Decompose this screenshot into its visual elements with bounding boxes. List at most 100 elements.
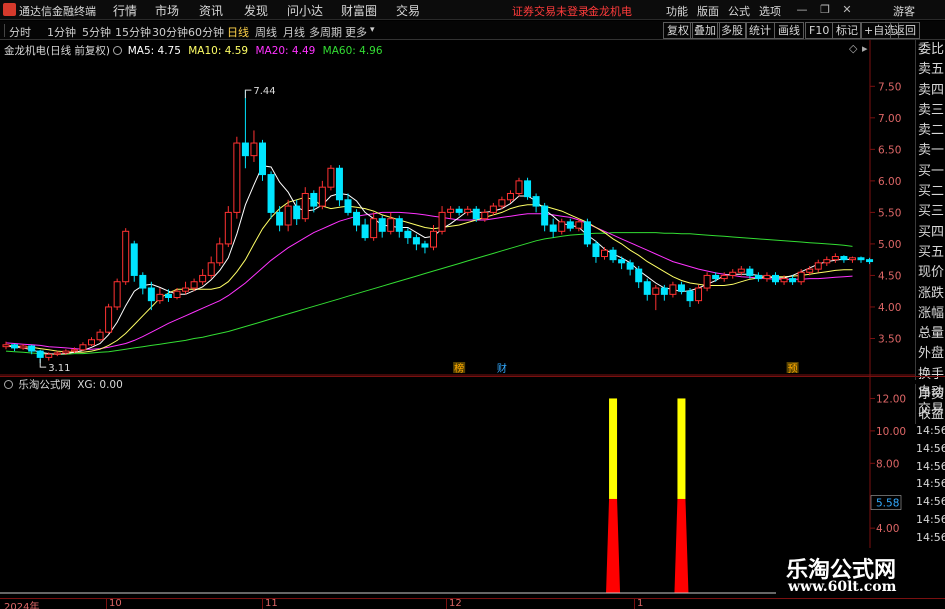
indicator-settings-icon[interactable] (4, 380, 13, 389)
candle-up (737, 268, 745, 273)
menu-jiaoyi[interactable]: 交易 (396, 2, 420, 19)
main-kline-chart[interactable]: 7.50 7.00 6.50 6.00 5.50 5.00 4.50 4.00 3.50 7.44… (0, 40, 945, 380)
candle-up (70, 349, 78, 352)
menu-caifuquan[interactable]: 财富圈 (341, 2, 377, 19)
quote-field-label: 买二 (918, 184, 945, 200)
diamond-icon[interactable]: ◇ (849, 42, 857, 55)
candle-up (318, 186, 326, 207)
candle-down (130, 243, 138, 276)
event-label[interactable]: 榜 (454, 362, 464, 375)
indicator-tick-label: 8.00 (876, 458, 899, 470)
candle-down (754, 274, 762, 280)
button-tongji[interactable]: 统计 (745, 22, 775, 39)
candle-up (233, 142, 241, 213)
indicator-title: 乐淘公式网 (18, 379, 71, 391)
candle-down (310, 192, 318, 207)
menu-zixun[interactable]: 资讯 (199, 2, 223, 19)
candle-up (447, 208, 455, 213)
period-daily[interactable]: 日线 (227, 24, 249, 40)
candle-up (703, 274, 711, 289)
candle-up (780, 278, 788, 283)
candle-down (857, 257, 865, 261)
candle-down (344, 199, 352, 213)
trade-time: 14:56 (916, 495, 945, 509)
menu-hangqing[interactable]: 行情 (113, 2, 137, 19)
button-fuquan[interactable]: 复权 (663, 22, 693, 39)
button-f10[interactable]: F10 (805, 22, 834, 39)
candle-up (45, 353, 53, 358)
candle-up (575, 221, 583, 229)
menu-gongshi[interactable]: 公式 (728, 3, 750, 19)
period-monthly[interactable]: 月线 (283, 24, 305, 40)
more-dropdown-icon[interactable]: ▾ (370, 25, 375, 35)
candle-up (848, 257, 856, 261)
candle-down (712, 274, 720, 280)
quote-field-label: 买三 (918, 204, 945, 220)
period-1min[interactable]: 1分钟 (47, 24, 76, 40)
period-fenshi[interactable]: 分时 (9, 24, 31, 40)
button-back[interactable]: 返回 (890, 22, 920, 39)
minimize-icon[interactable]: — (795, 3, 809, 16)
trade-time: 14:56 (916, 441, 945, 455)
auto-label[interactable]: 自动 (916, 384, 945, 401)
close-icon[interactable]: ✕ (840, 3, 854, 16)
period-5min[interactable]: 5分钟 (82, 24, 111, 40)
period-more[interactable]: 更多 (345, 24, 367, 40)
candle-up (814, 262, 822, 270)
period-15min[interactable]: 15分钟 (115, 24, 151, 40)
menu-gongneng[interactable]: 功能 (666, 3, 688, 19)
button-duogu[interactable]: 多股 (717, 22, 747, 39)
button-diejia[interactable]: 叠加 (690, 22, 720, 39)
candle-up (113, 281, 121, 308)
candle-down (259, 142, 266, 176)
trade-time: 14:56 (916, 530, 945, 544)
menu-wenxiaoda[interactable]: 问小达 (287, 2, 323, 19)
event-label[interactable]: 财 (497, 362, 507, 375)
candle-down (532, 196, 540, 207)
button-biaoji[interactable]: 标记 (832, 22, 862, 39)
main-legend: 金龙机电(日线 前复权) MA5: 4.75 MA10: 4.59 MA20: … (4, 43, 383, 58)
price-tick-label: 4.00 (878, 302, 901, 314)
watermark-badge: 乐淘公式网 www.60lt.com (776, 548, 945, 598)
ma20-legend: MA20: 4.49 (255, 45, 316, 57)
button-huaxian[interactable]: 画线 (774, 22, 804, 39)
quote-field-label: 卖五 (918, 62, 945, 78)
period-30min[interactable]: 30分钟 (152, 24, 188, 40)
time-axis: 2024年 10 11 12 1 (0, 598, 945, 609)
settings-circle-icon[interactable] (113, 46, 123, 55)
period-weekly[interactable]: 周线 (255, 24, 277, 40)
restore-icon[interactable]: ❐ (818, 3, 832, 16)
time-tick (262, 599, 263, 609)
candle-down (772, 274, 779, 283)
period-60min[interactable]: 60分钟 (188, 24, 224, 40)
login-alert[interactable]: 证券交易未登录 (512, 3, 589, 19)
ma5-legend: MA5: 4.75 (127, 45, 181, 57)
quote-field-label: 涨幅 (918, 305, 945, 321)
candle-up (652, 287, 660, 295)
menu-shichang[interactable]: 市场 (155, 2, 179, 19)
candle-up (19, 345, 27, 349)
candle-up (250, 142, 258, 157)
menu-xuanxiang[interactable]: 选项 (759, 3, 781, 19)
candle-down (412, 237, 420, 245)
indicator-tick-label: 12.00 (876, 393, 906, 405)
candle-down (164, 293, 172, 298)
time-label-dec: 12 (449, 598, 462, 609)
signal-bar-bottom (674, 498, 689, 593)
indicator-value: XG: 0.00 (77, 379, 123, 391)
kline-svg[interactable]: 7.50 7.00 6.50 6.00 5.50 5.00 4.50 4.00 3.50 7.44… (0, 40, 915, 376)
trade-label[interactable]: 交易 (916, 401, 945, 418)
event-label[interactable]: 预 (788, 363, 798, 375)
expand-icon[interactable]: ▸ (862, 42, 868, 55)
candle-down (686, 290, 694, 302)
candle-up (96, 331, 104, 341)
menu-faxian[interactable]: 发现 (244, 2, 268, 19)
candle-down (541, 205, 549, 226)
candle-down (524, 180, 532, 198)
candle-up (797, 271, 805, 283)
menu-banmian[interactable]: 版面 (697, 3, 719, 19)
candle-down (378, 218, 386, 232)
guest-label[interactable]: 游客 (893, 3, 915, 19)
candle-down (293, 205, 301, 220)
period-multi[interactable]: 多周期 (309, 24, 342, 40)
